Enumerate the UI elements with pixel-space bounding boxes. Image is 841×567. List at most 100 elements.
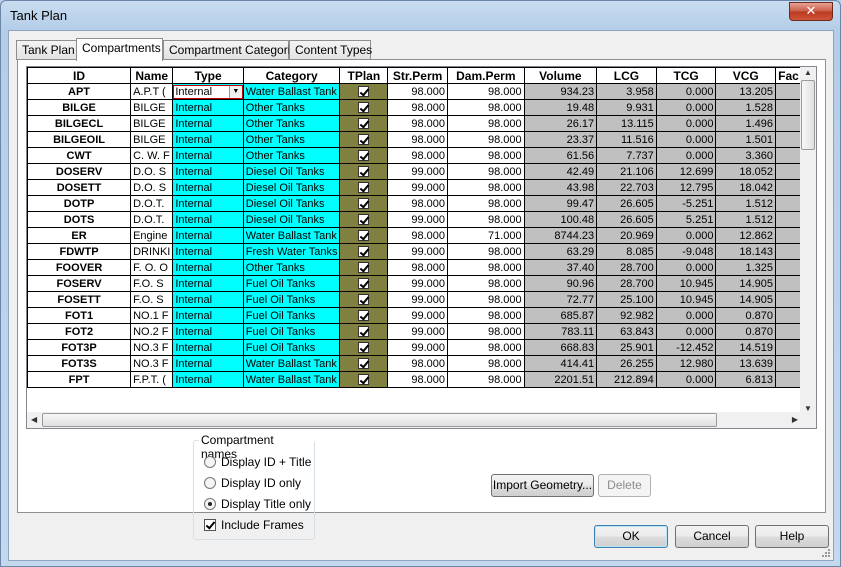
str-perm-cell[interactable]: 99.000: [387, 179, 448, 196]
str-perm-cell[interactable]: 99.000: [387, 243, 448, 260]
scroll-right-icon[interactable]: ▶: [792, 415, 798, 424]
dam-perm-cell[interactable]: 98.000: [447, 275, 525, 292]
fac-cell[interactable]: [775, 371, 802, 388]
category-cell[interactable]: Fresh Water Tanks: [242, 243, 341, 260]
column-header-lcg[interactable]: LCG: [596, 67, 657, 84]
volume-cell[interactable]: 668.83: [523, 339, 598, 356]
id-cell[interactable]: DOSERV: [27, 163, 132, 180]
dam-perm-cell[interactable]: 98.000: [447, 307, 525, 324]
dam-perm-cell[interactable]: 98.000: [447, 339, 525, 356]
type-cell[interactable]: Internal: [172, 355, 244, 372]
tab-compartment-categories[interactable]: Compartment Categories: [163, 40, 303, 60]
volume-cell[interactable]: 23.37: [523, 131, 598, 148]
tplan-cell[interactable]: [339, 179, 389, 196]
lcg-cell[interactable]: 63.843: [596, 323, 657, 340]
name-cell[interactable]: A.P.T (: [130, 83, 174, 100]
id-cell[interactable]: CWT: [27, 147, 132, 164]
dam-perm-cell[interactable]: 98.000: [447, 163, 525, 180]
id-cell[interactable]: DOTP: [27, 195, 132, 212]
tab-compartments[interactable]: Compartments: [76, 38, 163, 61]
category-cell[interactable]: Water Ballast Tank: [242, 83, 341, 100]
checkbox-icon[interactable]: [358, 262, 370, 274]
tplan-cell[interactable]: [339, 83, 389, 100]
tplan-cell[interactable]: [339, 371, 389, 388]
str-perm-cell[interactable]: 99.000: [387, 163, 448, 180]
type-cell[interactable]: Internal: [172, 147, 244, 164]
checkbox-icon[interactable]: [204, 519, 216, 531]
vcg-cell[interactable]: 14.519: [715, 339, 777, 356]
dam-perm-cell[interactable]: 98.000: [447, 195, 525, 212]
vcg-cell[interactable]: 6.813: [715, 371, 777, 388]
vcg-cell[interactable]: 13.205: [715, 83, 777, 100]
scroll-up-icon[interactable]: ▲: [804, 68, 812, 77]
tcg-cell[interactable]: 0.000: [655, 259, 717, 276]
id-cell[interactable]: FOT1: [27, 307, 132, 324]
tcg-cell[interactable]: 10.945: [655, 291, 717, 308]
tplan-cell[interactable]: [339, 131, 389, 148]
dam-perm-cell[interactable]: 98.000: [447, 131, 525, 148]
table-row[interactable]: FOSETT F.O. S Internal Fuel Oil Tanks 99.000…: [27, 291, 802, 308]
volume-cell[interactable]: 8744.23: [523, 227, 598, 244]
type-cell[interactable]: Internal: [172, 115, 244, 132]
table-row[interactable]: FOOVER F. O. O Internal Other Tanks 98.000 98…: [27, 259, 802, 276]
str-perm-cell[interactable]: 99.000: [387, 339, 448, 356]
lcg-cell[interactable]: 92.982: [596, 307, 657, 324]
tplan-cell[interactable]: [339, 211, 389, 228]
name-cell[interactable]: F.O. S: [130, 291, 174, 308]
type-combobox[interactable]: Internal ▼: [173, 84, 243, 99]
title-bar[interactable]: Tank Plan ✕: [1, 1, 840, 29]
table-row[interactable]: FPT F.P.T. (Internal Water Ballast Tank 98.…: [27, 371, 802, 388]
vcg-cell[interactable]: 1.501: [715, 131, 777, 148]
type-cell[interactable]: Internal: [172, 131, 244, 148]
vertical-scrollbar[interactable]: ▲ ▼: [800, 67, 816, 414]
name-cell[interactable]: F.O. S: [130, 275, 174, 292]
id-cell[interactable]: BILGECL: [27, 115, 132, 132]
table-row[interactable]: FOT1 NO.1 F Internal Fuel Oil Tanks 99.000 98…: [27, 307, 802, 324]
table-row[interactable]: FOSERV F.O. S Internal Fuel Oil Tanks 99.000…: [27, 275, 802, 292]
fac-cell[interactable]: [775, 147, 802, 164]
vcg-cell[interactable]: 0.870: [715, 323, 777, 340]
tplan-cell[interactable]: [339, 323, 389, 340]
str-perm-cell[interactable]: 98.000: [387, 227, 448, 244]
volume-cell[interactable]: 99.47: [523, 195, 598, 212]
lcg-cell[interactable]: 3.958: [596, 83, 657, 100]
str-perm-cell[interactable]: 99.000: [387, 307, 448, 324]
table-row[interactable]: DOTP D.O.T. Internal Diesel Oil Tanks 98.000…: [27, 195, 802, 212]
str-perm-cell[interactable]: 98.000: [387, 83, 448, 100]
tcg-cell[interactable]: 0.000: [655, 227, 717, 244]
fac-cell[interactable]: [775, 323, 802, 340]
column-header-name[interactable]: Name: [130, 67, 174, 84]
category-cell[interactable]: Fuel Oil Tanks: [242, 339, 341, 356]
volume-cell[interactable]: 100.48: [523, 211, 598, 228]
dam-perm-cell[interactable]: 98.000: [447, 371, 525, 388]
category-cell[interactable]: Water Ballast Tank: [242, 355, 341, 372]
dropdown-arrow-icon[interactable]: ▼: [228, 85, 242, 98]
column-header-volume[interactable]: Volume: [523, 67, 598, 84]
volume-cell[interactable]: 63.29: [523, 243, 598, 260]
volume-cell[interactable]: 42.49: [523, 163, 598, 180]
dam-perm-cell[interactable]: 98.000: [447, 291, 525, 308]
table-row[interactable]: BILGE BILGE Internal Other Tanks 98.000 98.00…: [27, 99, 802, 116]
checkbox-icon[interactable]: [358, 294, 370, 306]
tplan-cell[interactable]: [339, 99, 389, 116]
category-cell[interactable]: Other Tanks: [242, 99, 341, 116]
tcg-cell[interactable]: 0.000: [655, 147, 717, 164]
scroll-left-icon[interactable]: ◀: [31, 415, 37, 424]
fac-cell[interactable]: [775, 99, 802, 116]
table-row[interactable]: DOSERV D.O. S Internal Diesel Oil Tanks 99.0…: [27, 163, 802, 180]
volume-cell[interactable]: 26.17: [523, 115, 598, 132]
checkbox-icon[interactable]: [358, 134, 370, 146]
name-cell[interactable]: BILGE: [130, 99, 174, 116]
dam-perm-cell[interactable]: 98.000: [447, 323, 525, 340]
volume-cell[interactable]: 61.56: [523, 147, 598, 164]
radio-icon[interactable]: [204, 498, 216, 510]
fac-cell[interactable]: [775, 291, 802, 308]
table-row[interactable]: FOT3P NO.3 F Internal Fuel Oil Tanks 99.000 9…: [27, 339, 802, 356]
lcg-cell[interactable]: 9.931: [596, 99, 657, 116]
tab-content-types[interactable]: Content Types: [289, 40, 372, 60]
tcg-cell[interactable]: 12.980: [655, 355, 717, 372]
name-cell[interactable]: D.O.T.: [130, 211, 174, 228]
str-perm-cell[interactable]: 98.000: [387, 355, 448, 372]
column-header-id[interactable]: ID: [27, 67, 132, 84]
id-cell[interactable]: BILGEOIL: [27, 131, 132, 148]
